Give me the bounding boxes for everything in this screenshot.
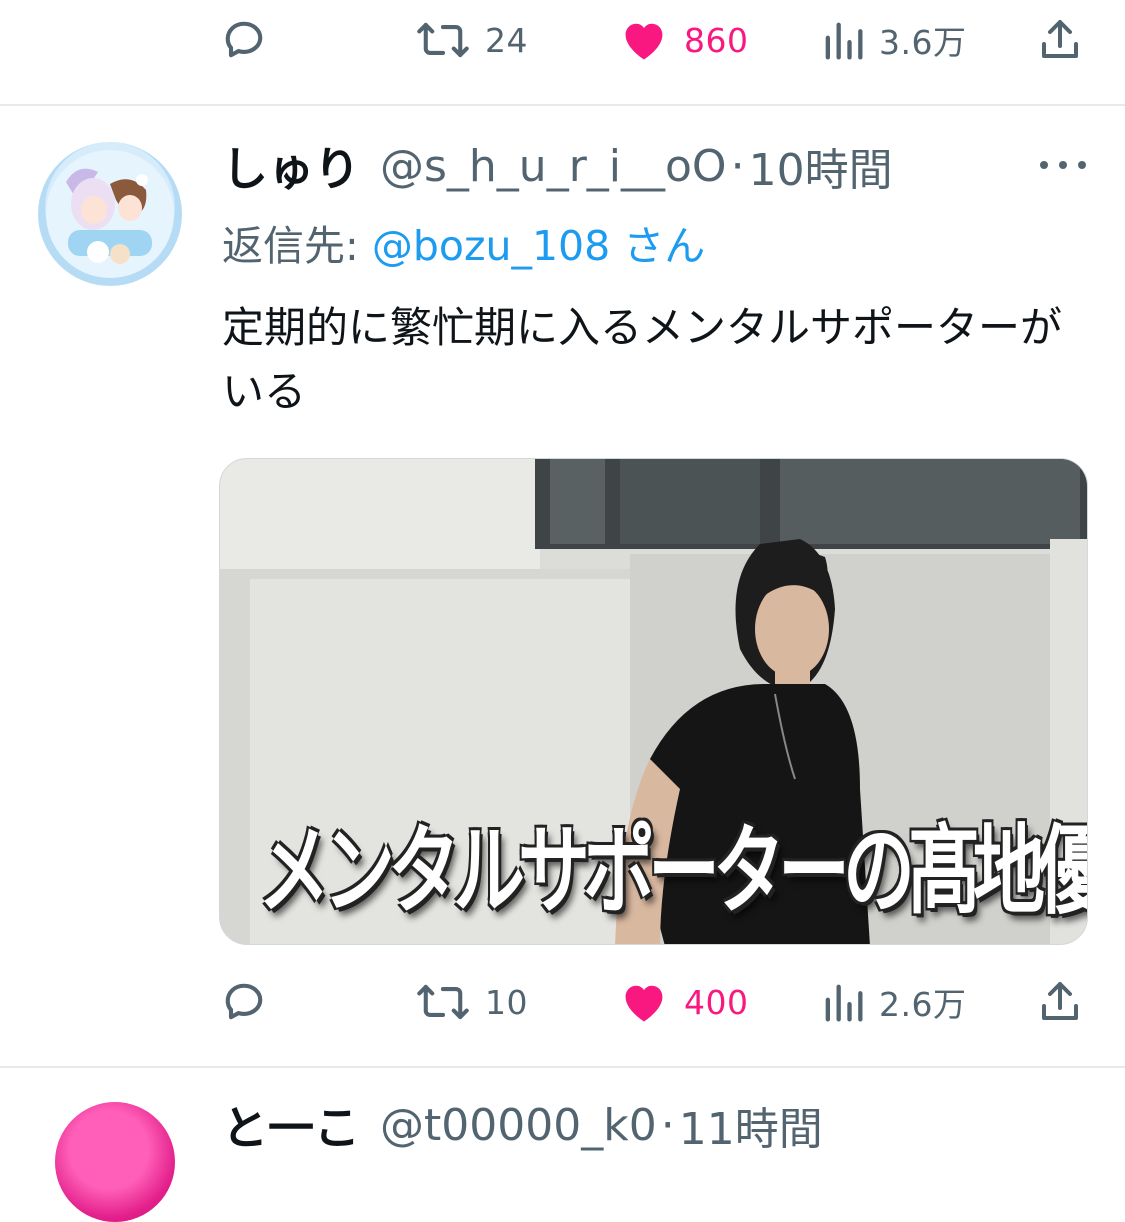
reply-mention-link[interactable]: @bozu_108 [372,222,610,270]
share-button[interactable] [1036,10,1084,70]
separator-dot: · [730,140,745,192]
views-chart-icon [825,22,863,60]
retweet-button[interactable]: 24 [415,10,528,70]
tweet-text: 定期的に繁忙期に入るメンタルサポーターがいる [222,303,1063,416]
heart-filled-icon [625,985,663,1022]
share-icon [1042,20,1078,58]
views-chart-icon [825,984,863,1022]
tweet-timestamp[interactable]: 10時間 [749,134,893,198]
tweet-header: しゅり @s_h_u_r_i__oO · 10時間 [222,133,1002,199]
retweet-icon [417,22,469,58]
views-count: 2.6万 [879,985,967,1024]
avatar-illustration [46,150,174,278]
display-name[interactable]: しゅり [222,133,360,199]
retweet-count: 24 [485,20,528,60]
next-separator-dot: · [660,1099,675,1151]
views-button[interactable]: 3.6万 [821,10,966,70]
user-handle[interactable]: @s_h_u_r_i__oO [380,141,727,192]
reply-button[interactable] [218,972,284,1032]
media-caption-overlay: メンタルサポーターの髙地優吾です! [258,813,1087,928]
reply-prefix: 返信先: [222,222,372,270]
reply-button[interactable] [218,10,284,70]
like-count: 860 [684,20,749,60]
retweet-icon [417,984,469,1020]
tweet-media-image[interactable]: メンタルサポーターの髙地優吾です! [219,458,1088,945]
next-tweet-timestamp[interactable]: 11時間 [679,1093,823,1157]
reply-icon [225,983,263,1020]
tweet-divider [0,104,1125,106]
reply-context: 返信先: @bozu_108 さん [222,212,705,272]
views-button[interactable]: 2.6万 [821,972,966,1032]
user-avatar[interactable] [38,142,182,286]
views-count: 3.6万 [879,23,967,62]
share-button[interactable] [1036,972,1084,1032]
tweet-divider [0,1066,1125,1068]
heart-filled-icon [625,23,663,60]
retweet-button[interactable]: 10 [415,972,528,1032]
reply-suffix: さん [623,222,706,270]
top-action-bar: 24 860 3.6万 [218,10,1088,70]
retweet-count: 10 [485,982,528,1022]
like-button[interactable]: 400 [618,972,749,1032]
reply-icon [225,21,263,58]
next-user-avatar[interactable] [55,1102,175,1222]
next-display-name[interactable]: と一こ [222,1092,360,1158]
share-icon [1042,982,1078,1020]
tweet-action-bar: 10 400 2.6万 [218,972,1088,1032]
next-tweet-header: と一こ @t00000_k0 · 11時間 [222,1092,823,1158]
more-options-icon[interactable] [1040,150,1086,180]
next-user-handle[interactable]: @t00000_k0 [380,1100,657,1151]
like-button[interactable]: 860 [618,10,749,70]
like-count: 400 [684,982,749,1022]
